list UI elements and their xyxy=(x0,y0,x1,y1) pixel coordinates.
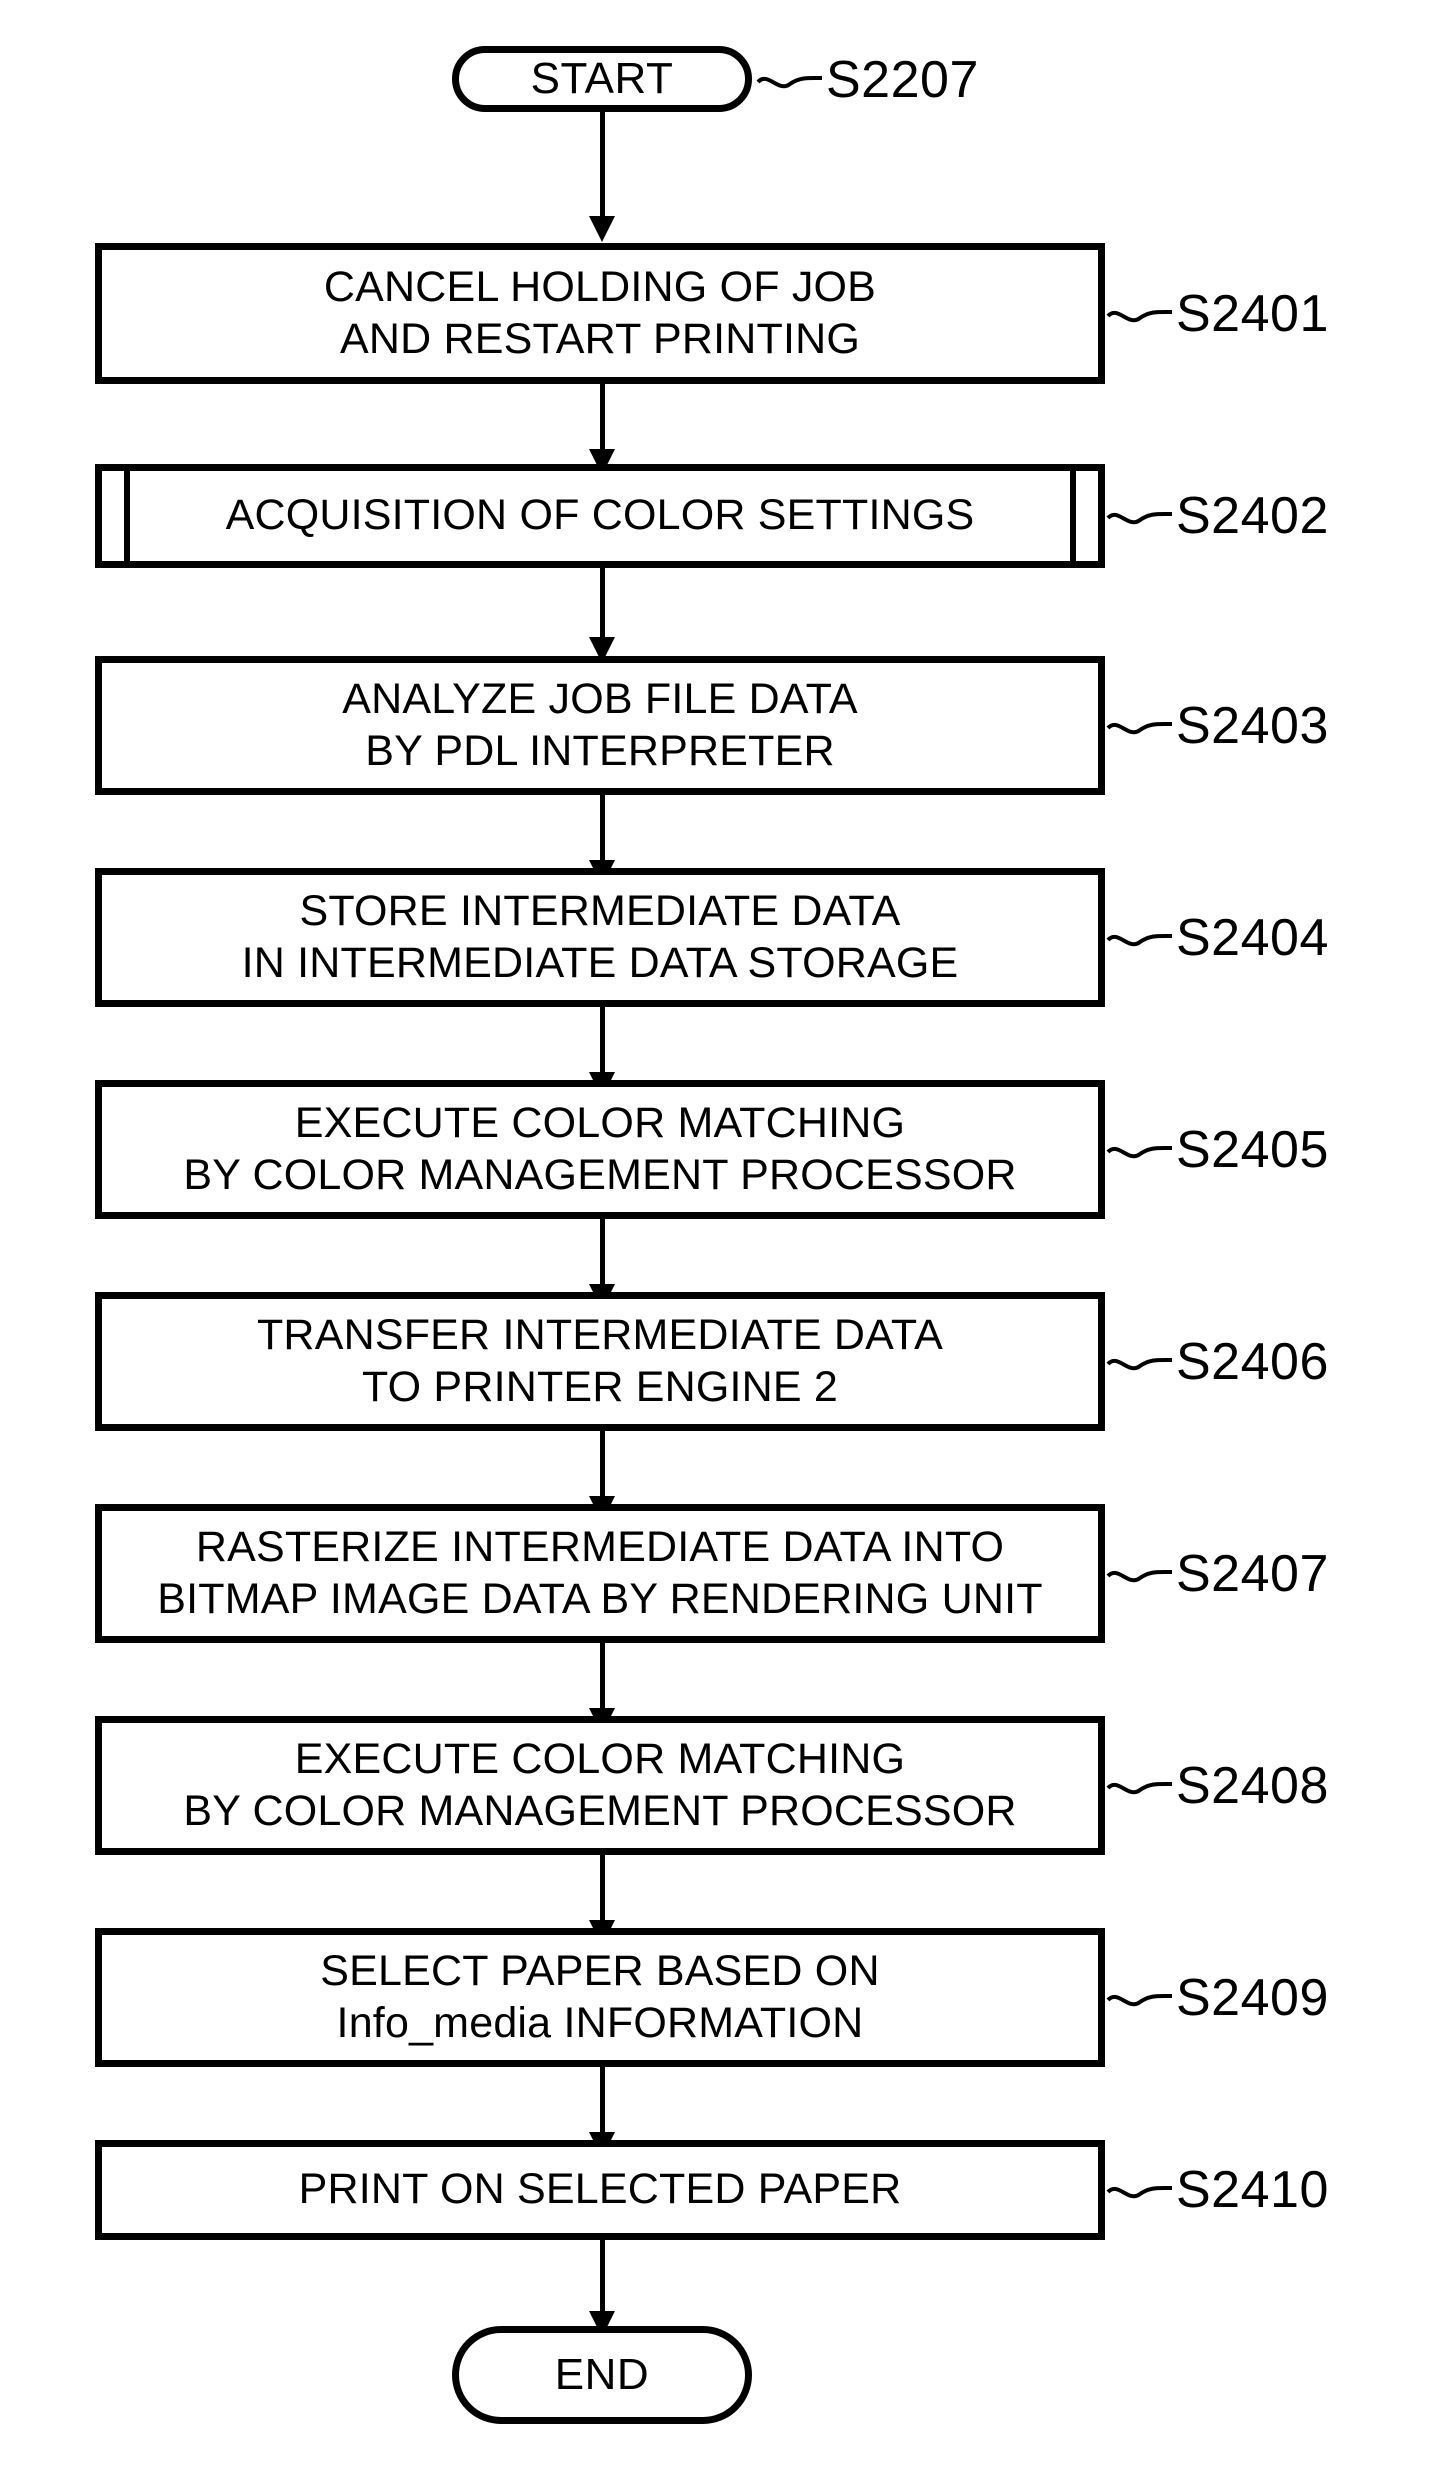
squiggle-connector-icon xyxy=(1106,1993,1173,2007)
process-label-s2408: EXECUTE COLOR MATCHING BY COLOR MANAGEME… xyxy=(183,1734,1017,1835)
process-label-s2406: TRANSFER INTERMEDIATE DATA TO PRINTER EN… xyxy=(256,1310,944,1411)
arrowhead-start-to-s2401 xyxy=(589,216,615,242)
ref-s2404: S2404 xyxy=(1106,909,1329,967)
ref-s2407: S2407 xyxy=(1106,1545,1329,1603)
process-box-s2403: ANALYZE JOB FILE DATA BY PDL INTERPRETER xyxy=(95,656,1105,795)
process-box-s2410: PRINT ON SELECTED PAPER xyxy=(95,2140,1105,2240)
ref-s2406-text: S2406 xyxy=(1176,1333,1329,1391)
squiggle-connector-icon xyxy=(1106,2185,1173,2199)
end-terminator: END xyxy=(452,2326,752,2424)
connector-s2405-to-s2406 xyxy=(600,1219,605,1291)
ref-s2207-text: S2207 xyxy=(826,51,979,109)
ref-s2407-text: S2407 xyxy=(1176,1545,1329,1603)
start-terminator: START xyxy=(452,46,752,112)
start-label: START xyxy=(530,53,674,103)
connector-s2408-to-s2409 xyxy=(600,1855,605,1927)
squiggle-connector-icon xyxy=(1106,1781,1173,1795)
squiggle-connector-icon xyxy=(1106,933,1173,947)
squiggle-connector-icon xyxy=(756,75,823,89)
ref-s2409-text: S2409 xyxy=(1176,1969,1329,2027)
process-label-s2407: RASTERIZE INTERMEDIATE DATA INTO BITMAP … xyxy=(157,1522,1043,1623)
ref-s2401: S2401 xyxy=(1106,285,1329,343)
ref-s2409: S2409 xyxy=(1106,1969,1329,2027)
process-label-s2401: CANCEL HOLDING OF JOB AND RESTART PRINTI… xyxy=(323,262,877,363)
process-label-s2404: STORE INTERMEDIATE DATA IN INTERMEDIATE … xyxy=(241,886,959,987)
connector-s2402-to-s2403 xyxy=(600,568,605,644)
squiggle-connector-icon xyxy=(1106,1357,1173,1371)
ref-s2401-text: S2401 xyxy=(1176,285,1329,343)
process-label-s2409: SELECT PAPER BASED ON Info_media INFORMA… xyxy=(320,1946,880,2047)
squiggle-connector-icon xyxy=(1106,721,1173,735)
ref-s2410: S2410 xyxy=(1106,2161,1329,2219)
ref-s2403: S2403 xyxy=(1106,697,1329,755)
process-box-s2407: RASTERIZE INTERMEDIATE DATA INTO BITMAP … xyxy=(95,1504,1105,1643)
squiggle-connector-icon xyxy=(1106,1569,1173,1583)
process-box-s2408: EXECUTE COLOR MATCHING BY COLOR MANAGEME… xyxy=(95,1716,1105,1855)
process-box-s2405: EXECUTE COLOR MATCHING BY COLOR MANAGEME… xyxy=(95,1080,1105,1219)
process-box-s2401: CANCEL HOLDING OF JOB AND RESTART PRINTI… xyxy=(95,243,1105,384)
process-label-s2403: ANALYZE JOB FILE DATA BY PDL INTERPRETER xyxy=(342,674,858,775)
connector-s2404-to-s2405 xyxy=(600,1007,605,1079)
connector-s2407-to-s2408 xyxy=(600,1643,605,1715)
ref-s2405-text: S2405 xyxy=(1176,1121,1329,1179)
connector-s2410-to-end xyxy=(600,2240,605,2320)
flowchart-canvas: START S2207 CANCEL HOLDING OF JOB AND RE… xyxy=(0,0,1431,2470)
squiggle-connector-icon xyxy=(1106,1145,1173,1159)
ref-s2410-text: S2410 xyxy=(1176,2161,1329,2219)
connector-s2401-to-s2402 xyxy=(600,384,605,456)
connector-s2406-to-s2407 xyxy=(600,1431,605,1503)
ref-s2207: S2207 xyxy=(756,52,979,108)
ref-s2404-text: S2404 xyxy=(1176,909,1329,967)
squiggle-connector-icon xyxy=(1106,511,1173,525)
ref-s2408-text: S2408 xyxy=(1176,1757,1329,1815)
squiggle-connector-icon xyxy=(1106,309,1173,323)
ref-s2406: S2406 xyxy=(1106,1333,1329,1391)
connector-start-to-s2401 xyxy=(600,112,605,222)
process-box-s2409: SELECT PAPER BASED ON Info_media INFORMA… xyxy=(95,1928,1105,2067)
process-label-s2410: PRINT ON SELECTED PAPER xyxy=(298,2165,902,2214)
process-label-s2402: ACQUISITION OF COLOR SETTINGS xyxy=(225,491,975,540)
process-box-s2404: STORE INTERMEDIATE DATA IN INTERMEDIATE … xyxy=(95,868,1105,1007)
connector-s2403-to-s2404 xyxy=(600,795,605,867)
ref-s2405: S2405 xyxy=(1106,1121,1329,1179)
connector-s2409-to-s2410 xyxy=(600,2067,605,2139)
ref-s2403-text: S2403 xyxy=(1176,697,1329,755)
ref-s2408: S2408 xyxy=(1106,1757,1329,1815)
end-label: END xyxy=(554,2349,650,2399)
process-box-s2406: TRANSFER INTERMEDIATE DATA TO PRINTER EN… xyxy=(95,1292,1105,1431)
process-label-s2405: EXECUTE COLOR MATCHING BY COLOR MANAGEME… xyxy=(183,1098,1017,1199)
ref-s2402: S2402 xyxy=(1106,487,1329,545)
process-box-s2402: ACQUISITION OF COLOR SETTINGS xyxy=(95,464,1105,568)
ref-s2402-text: S2402 xyxy=(1176,487,1329,545)
